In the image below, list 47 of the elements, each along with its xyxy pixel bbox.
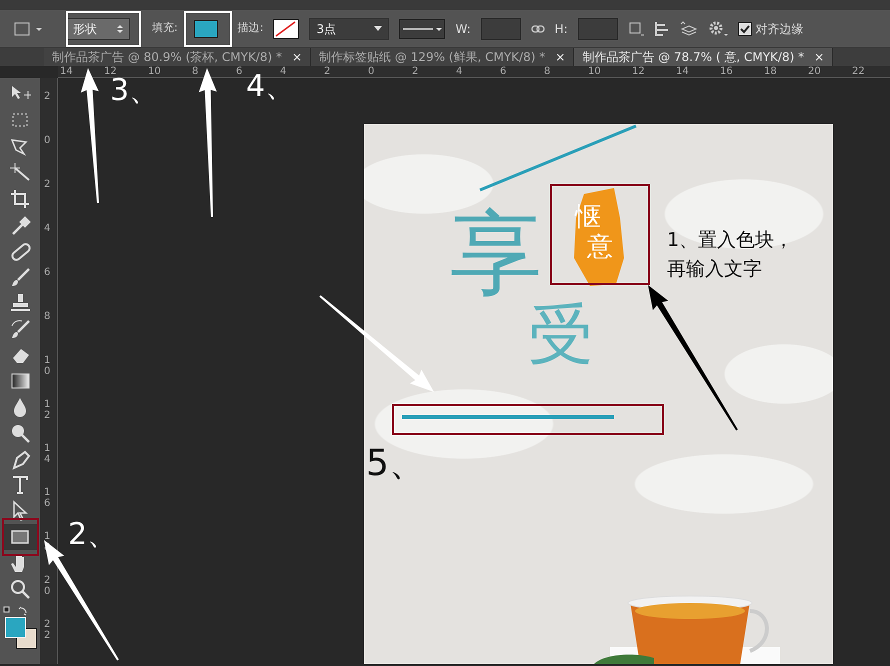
settings-icon[interactable] [708,20,728,38]
tool-button[interactable] [3,524,37,550]
step-number: 3、 [110,76,160,106]
path-operations-icon[interactable] [628,20,644,36]
path-arrangement-icon[interactable] [680,20,698,36]
badge-character: 意 [587,234,613,260]
no-stroke-swatch-icon[interactable] [273,18,300,38]
document-tab[interactable]: 制作品茶广告 @ 78.7% ( 意, CMYK/8) * × [574,48,834,66]
height-label: H: [554,20,568,38]
fill-swatch[interactable] [194,20,218,38]
document-tab[interactable]: 制作标签贴纸 @ 129% (鲜果, CMYK/8) * × [311,48,574,66]
highlight-frame [184,11,232,47]
highlight-frame [2,518,39,556]
zoom-icon [9,578,31,600]
stroke-width-dropdown[interactable]: 3点 [309,18,390,40]
close-button[interactable]: × [814,48,824,66]
document-tab[interactable]: 制作品茶广告 @ 80.9% (茶杯, CMYK/8) * × [44,48,312,66]
path-alignment-icon[interactable] [654,20,670,36]
title-character: 享 [450,208,542,300]
align-edges-label: 对齐边缘 [756,20,804,38]
history-brush-icon [9,318,31,340]
swap-colors-icon[interactable] [3,606,29,616]
annotation-text: 1、置入色块， 再输入文字 [667,228,794,282]
step-number: 5、 [366,446,425,482]
stroke-label: 描边: [238,20,264,36]
close-button[interactable]: × [292,48,302,66]
color-swatches-icon[interactable] [5,617,37,649]
brush-icon [9,266,31,288]
stamp-icon [9,292,31,314]
close-button[interactable]: × [555,48,566,66]
caret-icon [374,26,382,31]
checkbox[interactable] [738,22,752,36]
fill-label: 填充: [152,20,178,36]
crop-tool-icon [9,188,31,210]
step-number: 2、 [68,520,118,550]
shape-mode-dropdown[interactable]: 形状 [66,18,130,40]
link-icon[interactable] [530,24,545,32]
height-field[interactable] [578,18,618,40]
bandage-icon [9,240,31,262]
spinner-icon [117,24,123,34]
leaf-drawing [594,652,654,664]
title-character: 受 [528,302,594,368]
tool-preset-icon[interactable] [14,20,44,36]
stroke-type-dropdown[interactable] [399,18,446,38]
width-field[interactable] [480,18,521,40]
width-label: W: [455,20,471,38]
dodge-tool-icon [9,422,31,444]
